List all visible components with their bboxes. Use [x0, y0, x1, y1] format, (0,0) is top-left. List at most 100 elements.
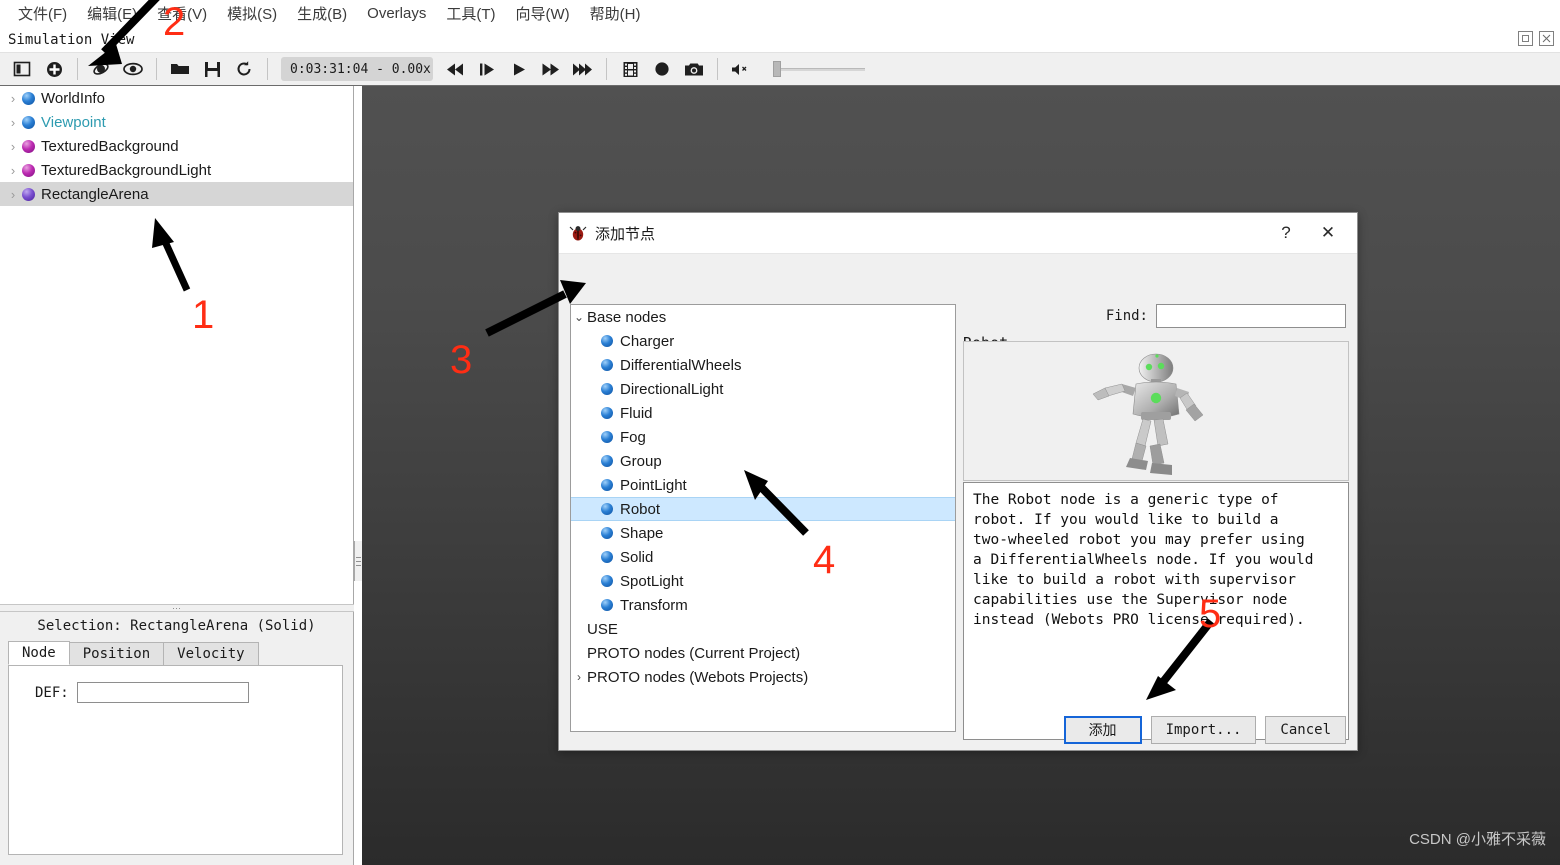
- record-circle-icon[interactable]: [646, 55, 678, 83]
- scene-node-viewpoint[interactable]: › Viewpoint: [0, 110, 353, 134]
- watermark-text: CSDN @小雅不采薇: [1409, 831, 1546, 848]
- node-item-group[interactable]: Group: [571, 449, 955, 473]
- run-fast-icon[interactable]: [567, 55, 599, 83]
- node-item-pointlight[interactable]: PointLight: [571, 473, 955, 497]
- menu-item-overlays[interactable]: Overlays: [357, 3, 436, 24]
- scene-node-label: WorldInfo: [41, 89, 105, 107]
- robot-illustration: [1092, 353, 1204, 475]
- scene-node-texturedbackgroundlight[interactable]: › TexturedBackgroundLight: [0, 158, 353, 182]
- selection-header: Selection: RectangleArena (Solid): [37, 618, 316, 634]
- menu-item-wizards[interactable]: 向导(W): [506, 1, 580, 26]
- scene-node-label: TexturedBackgroundLight: [41, 161, 212, 179]
- find-label: Find:: [1105, 308, 1148, 324]
- volume-slider[interactable]: [773, 59, 865, 79]
- node-tab-body: DEF:: [8, 665, 343, 855]
- scene-tree-panel: › WorldInfo › Viewpoint › TexturedBackgr…: [0, 86, 354, 604]
- floppy-disk-icon[interactable]: [196, 55, 228, 83]
- reload-icon[interactable]: [228, 55, 260, 83]
- tree-group-proto-webots-projects[interactable]: › PROTO nodes (Webots Projects): [571, 665, 955, 689]
- vertical-splitter[interactable]: ⋯: [0, 604, 354, 613]
- find-input[interactable]: [1156, 304, 1346, 328]
- chevron-right-icon[interactable]: ›: [4, 91, 22, 106]
- chevron-right-icon[interactable]: ›: [4, 115, 22, 130]
- dialog-title-buttons: ? ✕: [1269, 218, 1357, 248]
- node-type-list[interactable]: ⌄ Base nodes Charger DifferentialWheels …: [570, 304, 956, 732]
- speaker-mute-icon[interactable]: [725, 55, 757, 83]
- node-type-icon: [22, 163, 35, 177]
- volume-handle[interactable]: [773, 61, 781, 77]
- camera-icon[interactable]: [678, 55, 710, 83]
- volume-track: [773, 68, 865, 71]
- restore-icon[interactable]: [1518, 31, 1533, 46]
- simulation-time-display: 0:03:31:04 - 0.00x: [281, 57, 433, 81]
- rewind-icon[interactable]: [439, 55, 471, 83]
- tree-group-label: PROTO nodes (Webots Projects): [587, 668, 809, 686]
- selection-tabs: Node Position Velocity: [0, 640, 353, 665]
- webots-application-window: 文件(F) 编辑(E) 查看(V) 模拟(S) 生成(B) Overlays 工…: [0, 0, 1560, 865]
- node-type-icon: [601, 551, 613, 563]
- menu-item-build[interactable]: 生成(B): [287, 1, 357, 26]
- import-button[interactable]: Import...: [1150, 716, 1257, 744]
- node-type-icon: [22, 139, 35, 153]
- tab-node[interactable]: Node: [8, 641, 70, 665]
- film-icon[interactable]: [614, 55, 646, 83]
- help-icon[interactable]: ?: [1269, 218, 1303, 248]
- plus-circle-icon[interactable]: [38, 55, 70, 83]
- node-item-label: Charger: [620, 332, 675, 350]
- step-forward-icon[interactable]: [471, 55, 503, 83]
- node-item-label: Shape: [620, 524, 664, 542]
- tree-group-label: USE: [587, 620, 618, 638]
- node-item-solid[interactable]: Solid: [571, 545, 955, 569]
- tab-velocity[interactable]: Velocity: [163, 642, 259, 665]
- dialog-body: Find: ⌄ Base nodes Charger DifferentialW…: [559, 254, 1357, 752]
- fast-forward-icon[interactable]: [535, 55, 567, 83]
- tree-group-base-nodes[interactable]: ⌄ Base nodes: [571, 305, 955, 329]
- node-item-label: PointLight: [620, 476, 687, 494]
- node-item-robot[interactable]: Robot: [571, 497, 955, 521]
- menu-item-file[interactable]: 文件(F): [8, 1, 77, 26]
- node-item-shape[interactable]: Shape: [571, 521, 955, 545]
- webots-app-icon: [569, 224, 587, 242]
- scene-node-label: RectangleArena: [41, 185, 149, 203]
- panel-toggle-icon[interactable]: [6, 55, 38, 83]
- orbit-icon[interactable]: [85, 55, 117, 83]
- scene-node-worldinfo[interactable]: › WorldInfo: [0, 86, 353, 110]
- folder-open-icon[interactable]: [164, 55, 196, 83]
- node-item-directionallight[interactable]: DirectionalLight: [571, 377, 955, 401]
- tree-group-use[interactable]: USE: [571, 617, 955, 641]
- scene-node-rectanglearena[interactable]: › RectangleArena: [0, 182, 353, 206]
- menu-item-simulation[interactable]: 模拟(S): [217, 1, 287, 26]
- node-item-charger[interactable]: Charger: [571, 329, 955, 353]
- add-button[interactable]: 添加: [1063, 716, 1142, 744]
- scene-node-texturedbackground[interactable]: › TexturedBackground: [0, 134, 353, 158]
- chevron-down-icon[interactable]: ⌄: [571, 310, 587, 324]
- chevron-right-icon[interactable]: ›: [4, 139, 22, 154]
- node-item-label: Group: [620, 452, 662, 470]
- node-type-icon: [601, 575, 613, 587]
- tree-group-label: Base nodes: [587, 308, 667, 326]
- play-icon[interactable]: [503, 55, 535, 83]
- menu-item-help[interactable]: 帮助(H): [580, 1, 651, 26]
- eye-icon[interactable]: [117, 55, 149, 83]
- node-item-spotlight[interactable]: SpotLight: [571, 569, 955, 593]
- node-item-differentialwheels[interactable]: DifferentialWheels: [571, 353, 955, 377]
- node-item-fog[interactable]: Fog: [571, 425, 955, 449]
- chevron-right-icon[interactable]: ›: [571, 670, 587, 684]
- node-item-label: DirectionalLight: [620, 380, 724, 398]
- node-item-fluid[interactable]: Fluid: [571, 401, 955, 425]
- cancel-button[interactable]: Cancel: [1265, 716, 1346, 744]
- menu-item-edit[interactable]: 编辑(E): [77, 1, 147, 26]
- node-item-label: Transform: [620, 596, 688, 614]
- chevron-right-icon[interactable]: ›: [4, 163, 22, 178]
- node-item-transform[interactable]: Transform: [571, 593, 955, 617]
- menu-item-tools[interactable]: 工具(T): [436, 1, 505, 26]
- tab-position[interactable]: Position: [68, 642, 165, 665]
- dialog-title: 添加节点: [595, 225, 656, 243]
- tree-group-proto-current-project[interactable]: PROTO nodes (Current Project): [571, 641, 955, 665]
- chevron-right-icon[interactable]: ›: [4, 187, 22, 202]
- close-icon[interactable]: [1539, 31, 1554, 46]
- dialog-close-icon[interactable]: ✕: [1311, 218, 1345, 248]
- horizontal-splitter[interactable]: [354, 541, 362, 581]
- menu-item-view[interactable]: 查看(V): [147, 1, 217, 26]
- def-input[interactable]: [76, 682, 249, 703]
